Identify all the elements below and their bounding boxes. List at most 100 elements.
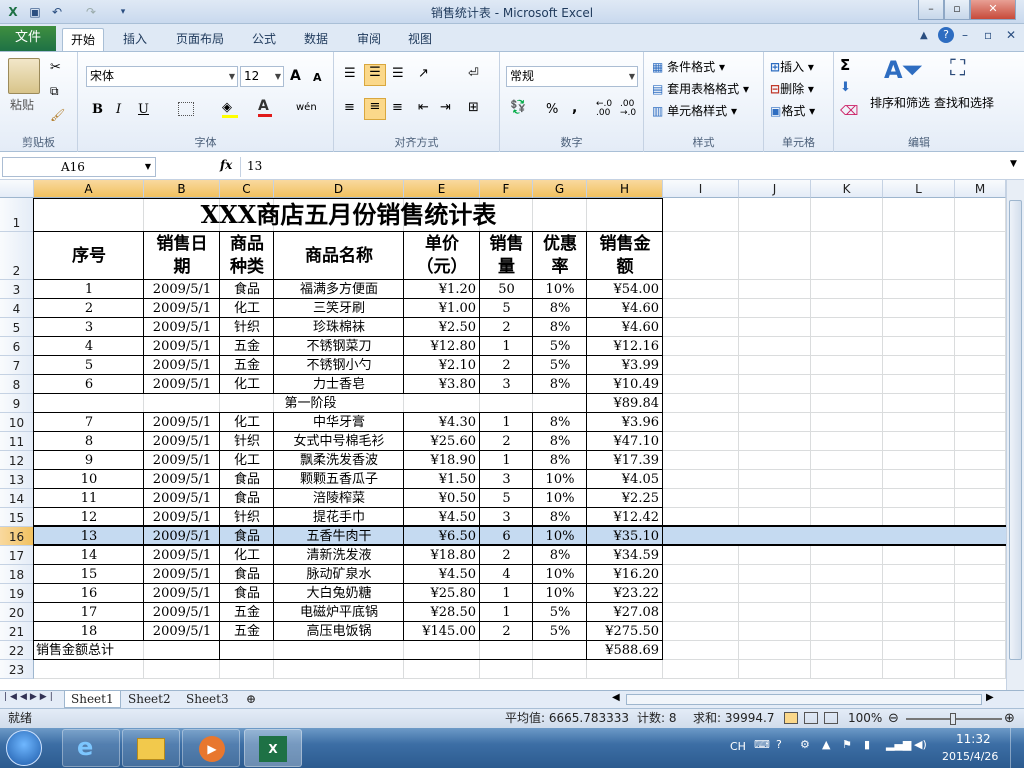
italic-button[interactable]: I [116,102,121,117]
format-cells-button[interactable]: ▣格式 ▾ [770,102,815,119]
cell-seq[interactable]: 6 [34,375,144,394]
column-header-g[interactable]: G [533,180,587,198]
cell-qty[interactable]: 2 [480,432,533,451]
decrease-indent-icon[interactable]: ⇤ [418,100,429,115]
cell-name[interactable]: 高压电饭锅 [274,622,404,641]
row-header-11[interactable]: 11 [0,432,34,451]
cell-name[interactable]: 力士香皂 [274,375,404,394]
column-header-a[interactable]: A [34,180,144,198]
percent-button[interactable]: % [546,102,558,117]
align-bottom-icon[interactable]: ☰ [392,66,404,81]
bold-button[interactable]: B [92,102,103,117]
keyboard-icon[interactable]: ⌨ [754,738,770,751]
cell-date[interactable]: 2009/5/1 [144,375,220,394]
cell-amount[interactable]: ¥4.60 [587,299,663,318]
cell-amount[interactable]: ¥2.25 [587,489,663,508]
cell-amount[interactable]: ¥4.05 [587,470,663,489]
row-header-15[interactable]: 15 [0,508,34,527]
cell-price[interactable]: ¥18.80 [404,546,480,565]
cell-disc[interactable]: 10% [533,584,587,603]
cell-price[interactable]: ¥1.50 [404,470,480,489]
cut-icon[interactable]: ✂ [50,60,61,75]
font-color-icon[interactable]: A [258,98,272,117]
paste-icon[interactable] [8,58,40,94]
cell-name[interactable]: 电磁炉平底锅 [274,603,404,622]
cell-date[interactable]: 2009/5/1 [144,603,220,622]
cell-name[interactable]: 三笑牙刷 [274,299,404,318]
align-middle-icon[interactable]: ☰ [364,64,386,86]
delete-cells-button[interactable]: ⊟删除 ▾ [770,80,814,97]
cell-seq[interactable]: 15 [34,565,144,584]
cell-type[interactable]: 化工 [220,375,274,394]
spreadsheet-grid[interactable]: ABCDEFGHIJKLM 1 2 3 4 5 6 7 8 9 10 11 12 13 14 15 16 17 1… [0,180,1024,690]
cell-date[interactable]: 2009/5/1 [144,470,220,489]
cell-amount[interactable]: ¥3.96 [587,413,663,432]
clock-time[interactable]: 11:32 [956,732,991,746]
normal-view-icon[interactable] [784,712,798,724]
cell-qty[interactable]: 1 [480,603,533,622]
cell-price[interactable]: ¥2.10 [404,356,480,375]
cell-date[interactable]: 2009/5/1 [144,489,220,508]
cell-name[interactable]: 清新洗发液 [274,546,404,565]
cell-date[interactable]: 2009/5/1 [144,280,220,299]
page-break-view-icon[interactable] [824,712,838,724]
header-name[interactable]: 商品名称 [274,232,404,280]
row-header-22[interactable]: 22 [0,641,34,660]
cell-type[interactable]: 化工 [220,299,274,318]
help-tray-icon[interactable]: ? [776,738,782,751]
tab-data[interactable]: 数据 [296,28,336,51]
zoom-level[interactable]: 100% [848,709,882,728]
cell-type[interactable]: 五金 [220,356,274,375]
row-header-23[interactable]: 23 [0,660,34,679]
maximize-button[interactable]: ▫ [944,0,970,20]
cell-date[interactable]: 2009/5/1 [144,451,220,470]
insert-sheet-icon[interactable]: ⊕ [240,691,262,708]
cell-price[interactable]: ¥0.50 [404,489,480,508]
cell-seq[interactable]: 5 [34,356,144,375]
cell-disc[interactable]: 8% [533,546,587,565]
header-price[interactable]: 单价 （元） [404,232,480,280]
row-header-19[interactable]: 19 [0,584,34,603]
cell-seq[interactable]: 16 [34,584,144,603]
format-as-table-button[interactable]: ▤ 套用表格格式 ▾ [652,80,749,97]
cell-name[interactable]: 颗颗五香瓜子 [274,470,404,489]
cell-price[interactable]: ¥145.00 [404,622,480,641]
taskbar-excel[interactable]: X [244,729,302,767]
cell-qty[interactable]: 1 [480,337,533,356]
fx-icon[interactable]: fx [220,158,232,172]
cell-amount[interactable]: ¥27.08 [587,603,663,622]
copy-icon[interactable]: ⧉ [50,84,59,99]
cell-disc[interactable]: 10% [533,470,587,489]
zoom-slider-thumb[interactable] [950,713,956,725]
cell-price[interactable]: ¥18.90 [404,451,480,470]
cell-seq[interactable]: 4 [34,337,144,356]
cell-qty[interactable]: 50 [480,280,533,299]
start-button[interactable] [6,730,42,766]
expand-formula-icon[interactable]: ▼ [1010,159,1017,169]
cell-qty[interactable]: 5 [480,299,533,318]
taskbar-explorer[interactable] [122,729,180,767]
cell-type[interactable]: 五金 [220,337,274,356]
cell-date[interactable]: 2009/5/1 [144,318,220,337]
font-size-select[interactable]: 12 ▼ [240,66,284,87]
show-hidden-icon[interactable]: ▲ [822,738,830,751]
cell-type[interactable]: 化工 [220,413,274,432]
cell-price[interactable]: ¥2.50 [404,318,480,337]
page-layout-view-icon[interactable] [804,712,818,724]
cell-price[interactable]: ¥4.30 [404,413,480,432]
cell-disc[interactable]: 10% [533,565,587,584]
header-disc[interactable]: 优惠率 [533,232,587,280]
align-right-icon[interactable]: ≡ [392,100,403,115]
cell-price[interactable]: ¥28.50 [404,603,480,622]
scroll-left-icon[interactable]: ◀ [612,692,620,703]
cell-name[interactable]: 不锈钢小勺 [274,356,404,375]
zoom-out-icon[interactable]: ⊖ [888,709,899,728]
cell-qty[interactable]: 3 [480,375,533,394]
number-format-select[interactable]: 常规 ▼ [506,66,638,87]
network-icon[interactable]: ▂▄▆ [886,738,911,751]
row-header-21[interactable]: 21 [0,622,34,641]
column-header-b[interactable]: B [144,180,220,198]
cell-price[interactable]: ¥4.50 [404,565,480,584]
tab-formulas[interactable]: 公式 [244,28,284,51]
row-header-20[interactable]: 20 [0,603,34,622]
